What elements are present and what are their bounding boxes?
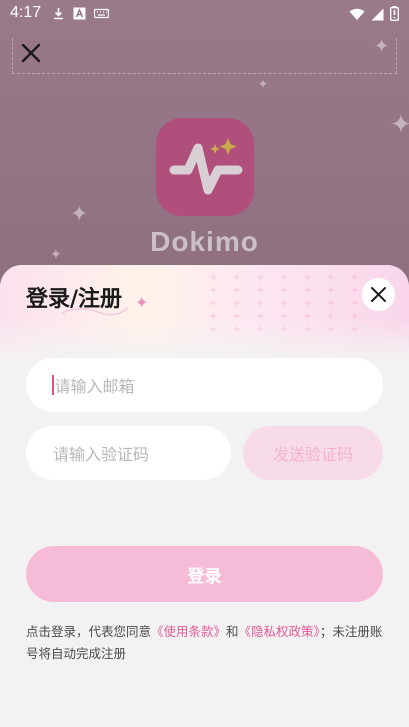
app-logo-icon [156,118,254,216]
status-notifications [52,6,110,20]
text-cursor [52,375,54,395]
email-input[interactable]: 请输入邮箱 [26,358,383,412]
privacy-link[interactable]: 《隐私权政策》 [239,624,320,639]
download-icon [52,6,65,20]
sparkle-icon: ✦ [374,36,390,57]
login-button[interactable]: 登录 [26,546,383,602]
code-placeholder: 请输入验证码 [53,445,150,464]
close-icon [371,287,386,302]
status-bar: 4:17 [0,0,409,28]
agreement-prefix: 点击登录，代表您同意 [26,624,152,639]
close-button[interactable] [362,278,395,311]
status-system-icons [349,6,399,25]
title-swoosh-decoration [61,307,129,316]
sparkle-icon: ✦ [258,77,269,91]
sparkle-icon: ✦ [70,202,89,227]
agreement-and: 和 [226,624,239,639]
sparkle-icon: ✦ [390,110,409,140]
a-badge-icon [73,6,86,20]
login-sheet: + + + + + + + + + + + + + + + + + + + + … [0,265,409,727]
verification-code-input[interactable]: 请输入验证码 [26,426,231,480]
status-time: 4:17 [10,4,42,21]
send-code-button[interactable]: 发送验证码 [243,426,383,480]
agreement-text: 点击登录，代表您同意《使用条款》和《隐私权政策》；未注册账号将自动完成注册 [26,621,383,665]
app-logo-wordmark: Dokimo [150,226,259,257]
decorative-frame [12,38,397,74]
signal-icon [371,7,384,25]
wifi-icon [349,7,365,25]
battery-icon [390,6,399,25]
decorative-pattern: + + + + + + + + + + + + + + + + + + + + … [209,272,365,341]
email-placeholder: 请输入邮箱 [54,377,135,396]
terms-link[interactable]: 《使用条款》 [151,624,226,639]
keyboard-icon [93,6,110,19]
sparkle-icon: ✦ [135,293,149,312]
